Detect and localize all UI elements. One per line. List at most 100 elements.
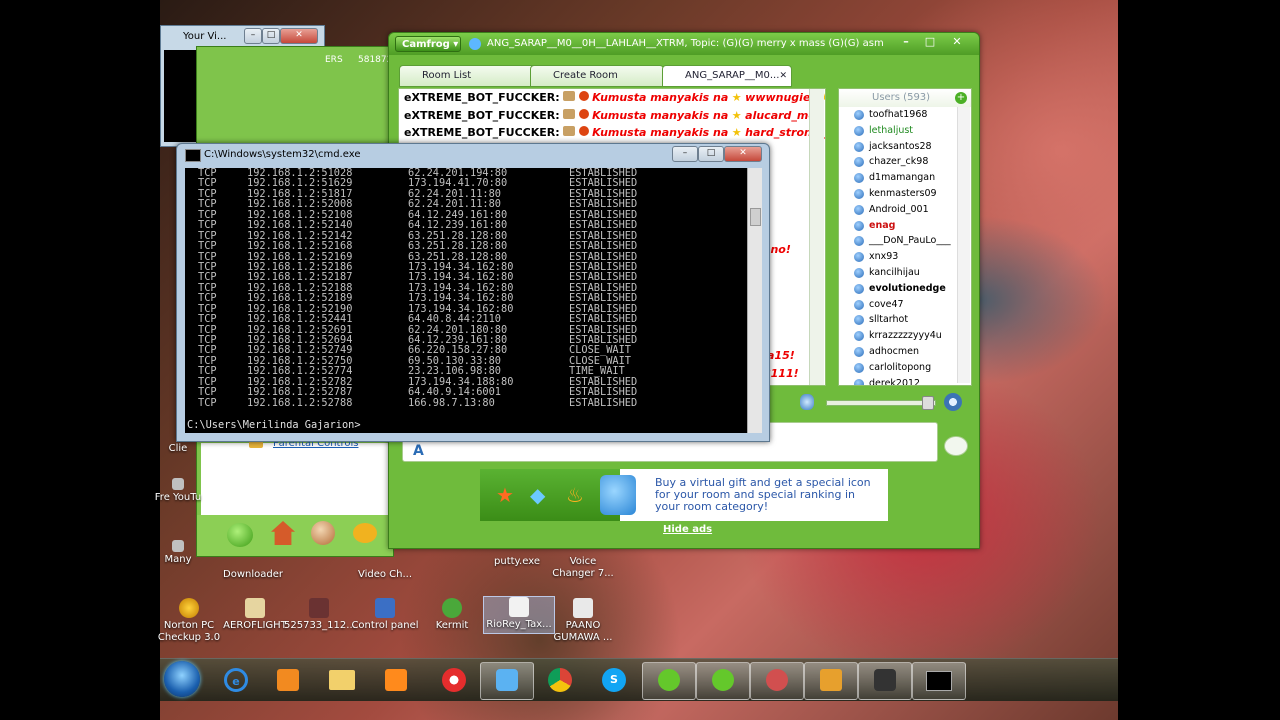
messenger-button[interactable] [642,662,696,700]
chat-scrollbar[interactable] [809,89,824,385]
desktop-icon-label: Many [164,554,192,565]
camfrog-title-bar: Camfrog ▾ ANG_SARAP__M0__0H__LAHLAH__XTR… [389,33,979,55]
cmd-scrollbar[interactable] [747,168,762,433]
explorer-button[interactable] [316,662,368,698]
messenger2-button[interactable] [696,662,750,700]
camfrog-min-button[interactable]: – [895,35,917,49]
desktop-icon-image-file[interactable]: 525733_112... [284,598,356,632]
small-window-title: Your Vi... [183,31,227,42]
user-list-item[interactable]: kenmasters09 [839,186,971,202]
stop-icon [578,126,589,136]
itunes-button[interactable] [428,662,480,698]
chat-line: eXTREME_BOT_FUCCKER: Kumusta manyakis na… [399,124,825,142]
ie-button[interactable]: e [210,662,262,698]
chrome-button[interactable] [534,662,586,698]
user-list-item[interactable]: cove47 [839,297,971,313]
desktop-icon-many[interactable]: Many [150,540,206,566]
star-icon: ★ [731,91,742,104]
camfrog-close-button[interactable]: ✕ [943,35,971,49]
user-list-item[interactable]: lethaljust [839,123,971,139]
contacts-icon[interactable] [311,521,335,545]
camfrog-max-button[interactable]: □ [919,35,941,49]
cmd-rows: TCP 192.168.1.2:51028 62.24.201.194:80 ESTA… [185,168,747,408]
app-button[interactable] [750,662,804,700]
desktop-icon-free-youtube[interactable]: Fre YouTu [150,478,206,504]
small-window-max-button[interactable]: □ [262,28,280,44]
desktop-icon-aeroflight[interactable]: AEROFLIGHT [220,598,290,632]
volume-slider-handle[interactable] [922,396,934,410]
office-button[interactable] [370,662,422,698]
user-list-item[interactable]: krrazzzzzyyy4u [839,328,971,344]
hide-ads-link[interactable]: Hide ads [663,524,712,535]
tab-create-room[interactable]: Create Room [530,65,664,87]
ad-banner[interactable]: ★ ◆ ♨ Buy a virtual gift and get a speci… [480,469,888,521]
user-list-item[interactable]: xnx93 [839,249,971,265]
cmd-output[interactable]: TCP 192.168.1.2:51028 62.24.201.194:80 ESTA… [185,168,747,433]
cmd-scroll-thumb[interactable] [750,208,761,226]
user-list-item[interactable]: ___DoN_PauLo___ [839,233,971,249]
cmd-button[interactable] [912,662,966,700]
add-contact-icon[interactable] [227,523,253,547]
user-list-item[interactable]: kancilhijau [839,265,971,281]
cmd-prompt[interactable]: C:\Users\Merilinda Gajarion> [185,420,361,431]
cmd-window[interactable]: C:\Windows\system32\cmd.exe – □ ✕ TCP 192… [176,143,770,442]
desktop-icon-putty[interactable]: putty.exe [482,556,552,568]
text-format-icon[interactable]: A [413,443,424,459]
itunes-icon [442,668,466,692]
cmd-state: ESTABLISHED [569,313,638,326]
media-button[interactable] [858,662,912,700]
skype-button[interactable]: S [588,662,640,698]
small-window-min-button[interactable]: – [244,28,262,44]
start-button[interactable] [164,661,200,697]
winamp-button[interactable] [804,662,858,700]
user-list-item[interactable]: enag [839,218,971,234]
tab-room-list[interactable]: Room List [399,65,541,87]
cmd-close-button[interactable]: ✕ [724,146,762,162]
add-user-icon[interactable]: + [955,92,967,104]
desktop-icon-label: Video Ch... [357,569,413,580]
chat-bubble-icon[interactable] [353,523,377,543]
thumb-icon [563,126,576,136]
tab-create-room-label: Create Room [553,70,618,81]
close-tab-icon[interactable]: ✕ [779,66,787,86]
users-scrollbar[interactable] [957,107,970,383]
small-window-close-button[interactable]: ✕ [280,28,318,44]
desktop-icon-kermit[interactable]: Kermit [417,598,487,632]
desktop-icon-control-panel[interactable]: Control panel [350,598,420,632]
user-list-item[interactable]: adhocmen [839,344,971,360]
desktop-icon-paano[interactable]: PAANO GUMAWA ... [548,598,618,644]
user-list-item[interactable]: carlolitopong [839,360,971,376]
user-list-item[interactable]: d1mamangan [839,170,971,186]
settings-gear-icon[interactable] [944,393,962,411]
chat-line: eXTREME_BOT_FUCCKER: Kumusta manyakis na… [399,107,825,125]
media-player-button[interactable] [262,662,314,698]
speaker-icon[interactable] [800,394,814,410]
desktop-icon-riorey[interactable]: RioRey_Tax... [483,596,555,634]
desktop-icon-downloader[interactable]: Downloader [218,569,288,581]
media-player-icon [277,669,299,691]
user-list-item[interactable]: derek2012 [839,376,971,386]
user-name: lethaljust [869,124,914,136]
user-list-item[interactable]: chazer_ck98 [839,154,971,170]
volume-slider[interactable] [826,400,936,406]
desktop-icon-video-chat[interactable]: Video Ch... [350,569,420,581]
star-gift-icon: ★ [496,483,514,507]
desktop-icon-client[interactable]: Clie [150,443,206,455]
user-list-item[interactable]: Android_001 [839,202,971,218]
users-list[interactable]: Users (593) + toofhat1968 lethaljust jacks… [838,88,972,386]
cmd-max-button[interactable]: □ [698,146,724,162]
desktop-icon-norton[interactable]: Norton PC Checkup 3.0 [154,598,224,644]
emoticon-bubble-icon[interactable] [944,436,968,456]
user-list-item[interactable]: slltarhot [839,312,971,328]
user-list-item[interactable]: toofhat1968 [839,107,971,123]
user-name: derek2012 [869,377,921,386]
cmd-min-button[interactable]: – [672,146,698,162]
user-list-item[interactable]: jacksantos28 [839,139,971,155]
star-icon: ★ [731,108,742,122]
control-panel-icon [375,598,395,618]
tab-current-room[interactable]: ANG_SARAP__M0... ✕ [662,65,792,87]
user-list-item[interactable]: evolutionedge [839,281,971,297]
camfrog-menu-button[interactable]: Camfrog ▾ [395,36,461,52]
desktop-icon-voice-changer[interactable]: Voice Changer 7... [548,556,618,580]
camfrog-button[interactable] [480,662,534,700]
